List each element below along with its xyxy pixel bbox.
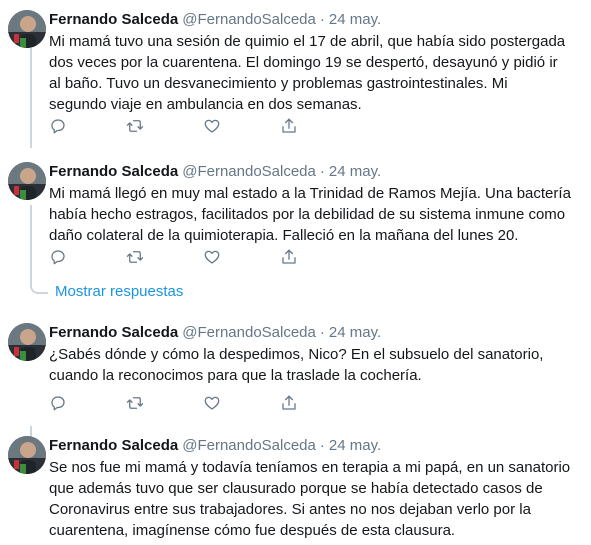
like-button[interactable] [203, 117, 223, 137]
avatar-image [8, 436, 46, 474]
tweet-date[interactable]: 24 may. [329, 163, 381, 180]
like-button[interactable] [203, 248, 223, 268]
reply-button[interactable] [49, 248, 69, 268]
separator-dot: · [319, 163, 325, 180]
share-icon [282, 395, 296, 410]
reply-icon [51, 396, 65, 411]
retweet-button[interactable] [126, 394, 146, 414]
retweet-button[interactable] [126, 248, 146, 268]
retweet-icon [126, 251, 144, 263]
author-name[interactable]: Fernando Salceda [49, 324, 178, 341]
tweet[interactable]: Fernando Salceda @FernandoSalceda · 24 may.… [0, 323, 591, 418]
like-icon [204, 250, 220, 264]
tweet-header: Fernando Salceda @FernandoSalceda · 24 may. [49, 162, 381, 182]
reply-button[interactable] [49, 394, 69, 414]
avatar-image [8, 162, 46, 200]
like-icon [204, 396, 220, 410]
avatar[interactable] [8, 10, 46, 48]
share-button[interactable] [280, 248, 300, 268]
thread-connector [30, 280, 48, 294]
tweet[interactable]: Fernando Salceda @FernandoSalceda · 24 may.… [0, 436, 591, 545]
tweet-text: Se nos fue mi mamá y todavía teníamos en… [49, 459, 571, 539]
show-replies-link[interactable]: Mostrar respuestas [55, 282, 183, 302]
avatar[interactable] [8, 323, 46, 361]
tweet-text: Mi mamá tuvo una sesión de quimio el 17 … [49, 33, 566, 113]
author-handle[interactable]: @FernandoSalceda [182, 324, 316, 341]
tweet-date[interactable]: 24 may. [329, 11, 381, 28]
avatar-image [8, 10, 46, 48]
author-name[interactable]: Fernando Salceda [49, 437, 178, 454]
share-icon [282, 118, 296, 133]
tweet-date[interactable]: 24 may. [329, 324, 381, 341]
separator-dot: · [319, 324, 325, 341]
author-name[interactable]: Fernando Salceda [49, 163, 178, 180]
share-icon [282, 249, 296, 264]
avatar[interactable] [8, 436, 46, 474]
reply-icon [51, 250, 65, 265]
tweet[interactable]: Fernando Salceda @FernandoSalceda · 24 may.… [0, 10, 591, 150]
retweet-button[interactable] [126, 117, 146, 137]
tweet-date[interactable]: 24 may. [329, 437, 381, 454]
separator-dot: · [319, 11, 325, 28]
tweet-header: Fernando Salceda @FernandoSalceda · 24 may. [49, 10, 381, 30]
avatar[interactable] [8, 162, 46, 200]
tweet-header: Fernando Salceda @FernandoSalceda · 24 may. [49, 436, 381, 456]
author-handle[interactable]: @FernandoSalceda [182, 163, 316, 180]
tweet-header: Fernando Salceda @FernandoSalceda · 24 may. [49, 323, 381, 343]
retweet-icon [126, 397, 144, 409]
author-name[interactable]: Fernando Salceda [49, 11, 178, 28]
show-replies: Mostrar respuestas [30, 280, 330, 304]
tweet-text: Mi mamá llegó en muy mal estado a la Tri… [49, 185, 571, 244]
separator-dot: · [319, 437, 325, 454]
share-button[interactable] [280, 394, 300, 414]
avatar-image [8, 323, 46, 361]
retweet-icon [126, 120, 144, 132]
tweet-text: ¿Sabés dónde y cómo la despedimos, Nico?… [49, 346, 544, 384]
reply-icon [51, 119, 65, 134]
like-button[interactable] [203, 394, 223, 414]
tweet[interactable]: Fernando Salceda @FernandoSalceda · 24 may.… [0, 162, 591, 277]
like-icon [204, 119, 220, 133]
author-handle[interactable]: @FernandoSalceda [182, 437, 316, 454]
share-button[interactable] [280, 117, 300, 137]
reply-button[interactable] [49, 117, 69, 137]
author-handle[interactable]: @FernandoSalceda [182, 11, 316, 28]
